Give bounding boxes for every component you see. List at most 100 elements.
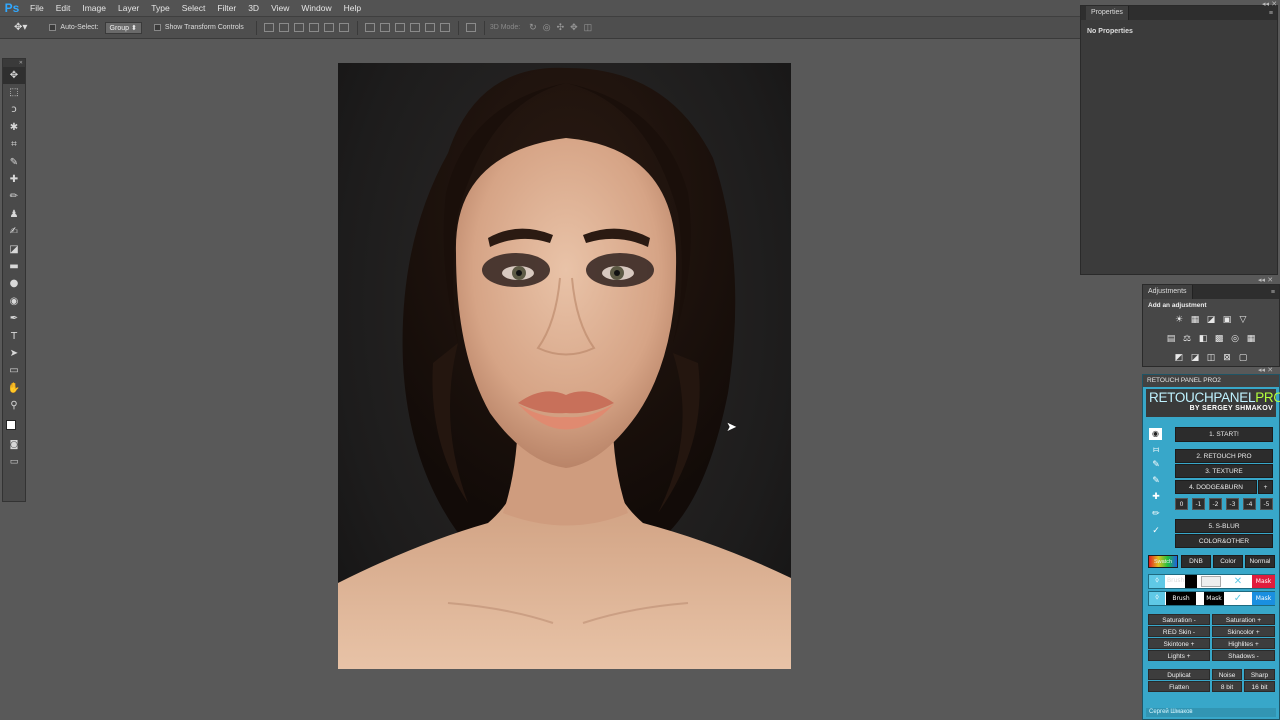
menu-window[interactable]: Window xyxy=(295,0,337,17)
blue-mask-button[interactable]: Mask xyxy=(1252,592,1275,605)
align-bottom-icon[interactable] xyxy=(294,23,305,32)
threshold-icon[interactable]: ◫ xyxy=(1205,352,1217,364)
color-other-button[interactable]: COLOR&OTHER xyxy=(1175,534,1273,548)
move-tool-icon[interactable]: ✥ xyxy=(3,67,25,85)
align-left-icon[interactable] xyxy=(309,23,320,32)
selective-color-icon[interactable]: ⊠ xyxy=(1221,352,1233,364)
type-tool-icon[interactable]: T xyxy=(3,328,25,345)
dodge-level-3[interactable]: -3 xyxy=(1226,498,1239,510)
highlites-plus-button[interactable]: Highlites + xyxy=(1212,638,1275,649)
s-blur-button[interactable]: 5. S-BLUR xyxy=(1175,519,1273,533)
tab-properties[interactable]: Properties xyxy=(1086,6,1129,20)
distribute-hcenter-icon[interactable] xyxy=(425,23,436,32)
check-icon[interactable]: ✓ xyxy=(1229,592,1247,605)
path-select-tool-icon[interactable]: ➤ xyxy=(3,345,25,362)
color-mode-button[interactable]: Color xyxy=(1213,555,1243,568)
history-brush-tool-icon[interactable]: ✍ xyxy=(3,224,25,241)
normal-mode-button[interactable]: Normal xyxy=(1245,555,1275,568)
black-white-icon[interactable]: ◧ xyxy=(1197,333,1209,345)
green-drop-icon[interactable]: ⬨ xyxy=(1149,575,1165,588)
toolbox-grip[interactable]: ✕ xyxy=(3,59,25,67)
menu-image[interactable]: Image xyxy=(76,0,112,17)
3d-roll-icon[interactable]: ◎ xyxy=(543,22,551,33)
menu-file[interactable]: File xyxy=(24,0,50,17)
collapse-panel-icon[interactable]: ◂◂ ✕ xyxy=(1262,0,1277,8)
bandage-icon[interactable]: ✚ xyxy=(1149,492,1163,505)
crop-tool-icon[interactable]: ⌗ xyxy=(3,137,25,154)
brush-tool-icon[interactable]: ✏ xyxy=(3,189,25,206)
3d-scale-icon[interactable]: ◫ xyxy=(584,22,593,33)
brightness-contrast-icon[interactable]: ☀ xyxy=(1173,314,1185,326)
photo-filter-icon[interactable]: ▩ xyxy=(1213,333,1225,345)
distribute-right-icon[interactable] xyxy=(440,23,451,32)
dodge-burn-button[interactable]: 4. DODGE&BURN xyxy=(1175,480,1257,494)
swatch-button[interactable]: Swatch xyxy=(1148,555,1178,568)
blur-tool-icon[interactable]: ● xyxy=(3,276,25,293)
camera-icon[interactable]: ◉ xyxy=(1149,428,1162,440)
align-vcenter-icon[interactable] xyxy=(279,23,290,32)
align-right-icon[interactable] xyxy=(339,23,350,32)
3d-drag-icon[interactable]: ✣ xyxy=(557,22,565,33)
hue-saturation-icon[interactable]: ▤ xyxy=(1165,333,1177,345)
align-hcenter-icon[interactable] xyxy=(324,23,335,32)
saturation-plus-button[interactable]: Saturation + xyxy=(1212,614,1275,625)
collapse-retouch-icon[interactable]: ◂◂ ✕ xyxy=(1258,366,1273,374)
collapse-adjustments-icon[interactable]: ◂◂ ✕ xyxy=(1258,276,1273,284)
rectangle-tool-icon[interactable]: ▭ xyxy=(3,363,25,380)
gradient-map-icon[interactable]: ▢ xyxy=(1237,352,1249,364)
dnb-button[interactable]: DNB xyxy=(1181,555,1211,568)
texture-button[interactable]: 3. TEXTURE xyxy=(1175,464,1273,478)
channel-mixer-icon[interactable]: ◎ xyxy=(1229,333,1241,345)
color-lookup-icon[interactable]: ▦ xyxy=(1245,333,1257,345)
black-mask-button[interactable]: Mask xyxy=(1204,592,1224,605)
invert-icon[interactable]: ◩ xyxy=(1173,352,1185,364)
skintone-plus-button[interactable]: Skintone + xyxy=(1148,638,1210,649)
brush-check-icon[interactable]: ✓ xyxy=(1149,526,1163,539)
cross-icon[interactable]: ✕ xyxy=(1229,575,1247,588)
saturation-minus-button[interactable]: Saturation - xyxy=(1148,614,1210,625)
3d-rotate-icon[interactable]: ↻ xyxy=(529,22,537,33)
flatten-button[interactable]: Flatten xyxy=(1148,681,1210,692)
move-tool-preset-icon[interactable]: ✥▾ xyxy=(14,22,27,33)
comb-icon[interactable]: ⧦ xyxy=(1149,445,1163,458)
panel-menu-icon[interactable]: ≡ xyxy=(1271,289,1275,296)
dodge-tool-icon[interactable]: ◉ xyxy=(3,293,25,310)
dodge-level-1[interactable]: -1 xyxy=(1192,498,1205,510)
menu-select[interactable]: Select xyxy=(176,0,212,17)
16-bit-button[interactable]: 16 bit xyxy=(1244,681,1275,692)
dodge-level-5[interactable]: -5 xyxy=(1260,498,1273,510)
healing-brush-tool-icon[interactable]: ✚ xyxy=(3,171,25,188)
vibrance-icon[interactable]: ▽ xyxy=(1237,314,1249,326)
lights-plus-button[interactable]: Lights + xyxy=(1148,650,1210,661)
tab-adjustments[interactable]: Adjustments xyxy=(1143,285,1193,299)
levels-icon[interactable]: ▦ xyxy=(1189,314,1201,326)
eyedropper-tool-icon[interactable]: ✎ xyxy=(3,154,25,171)
noise-button[interactable]: Noise xyxy=(1212,669,1242,680)
quick-mask-icon[interactable]: ◙ xyxy=(3,437,25,454)
panel-menu-icon[interactable]: ≡ xyxy=(1269,10,1273,17)
gradient-tool-icon[interactable]: ▬ xyxy=(3,258,25,275)
menu-type[interactable]: Type xyxy=(145,0,175,17)
start-button[interactable]: 1. START! xyxy=(1175,427,1273,442)
color-balance-icon[interactable]: ⚖ xyxy=(1181,333,1193,345)
zoom-tool-icon[interactable]: ⚲ xyxy=(3,397,25,414)
dodge-level-2[interactable]: -2 xyxy=(1209,498,1222,510)
show-transform-checkbox[interactable] xyxy=(153,24,161,31)
color-swatches[interactable] xyxy=(3,417,25,437)
marquee-tool-icon[interactable]: ⬚ xyxy=(3,84,25,101)
foreground-color-swatch[interactable] xyxy=(6,419,16,430)
auto-select-dropdown[interactable]: Group ⬍ xyxy=(104,21,142,34)
menu-layer[interactable]: Layer xyxy=(112,0,145,17)
shadows-minus-button[interactable]: Shadows - xyxy=(1212,650,1275,661)
screen-mode-icon[interactable]: ▭ xyxy=(3,454,25,471)
distribute-bottom-icon[interactable] xyxy=(395,23,406,32)
menu-view[interactable]: View xyxy=(265,0,295,17)
menu-help[interactable]: Help xyxy=(338,0,367,17)
align-top-icon[interactable] xyxy=(264,23,275,32)
menu-edit[interactable]: Edit xyxy=(50,0,77,17)
skincolor-plus-button[interactable]: Skincolor + xyxy=(1212,626,1275,637)
dodge-burn-plus-button[interactable]: + xyxy=(1258,480,1273,494)
brush-black-button[interactable]: Brush xyxy=(1166,592,1196,605)
green-drop-icon[interactable]: ⬨ xyxy=(1149,592,1165,605)
auto-select-checkbox[interactable] xyxy=(49,24,57,31)
